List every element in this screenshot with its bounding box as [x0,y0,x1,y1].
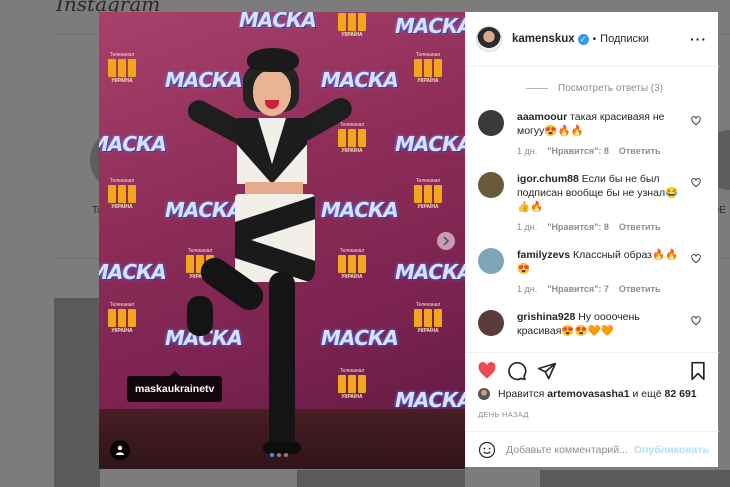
commenter-username[interactable]: familyzevs [517,249,570,261]
comment-age[interactable]: 1 дн. [517,284,537,294]
likes-count[interactable]: 82 691 [665,388,697,400]
wall-logo: МАСКА [395,14,465,38]
commenter-username[interactable]: grishina928 [517,311,575,323]
heart-filled-icon [478,361,496,378]
comment: familyzevs Классный образ🔥🔥😍 1 дн. "Нрав… [478,248,707,294]
post-time[interactable]: ДЕНЬ НАЗАД [478,410,529,419]
post-header: kamenskux ✓ • Подписки ··· [466,12,719,67]
comment-like-heart-icon[interactable] [691,254,701,264]
carousel-dot-active [270,453,274,457]
post-photo[interactable]: МАСКА МАСКА МАСКА МАСКА МАСКА МАСКА МАСК… [99,12,465,469]
author-avatar[interactable] [476,26,502,52]
channel-logo: Телеканал УКРАЇНА [335,12,369,38]
liker-avatar [478,388,490,400]
comment-button[interactable] [506,360,528,382]
channel-logo: Телеканал УКРАЇНА [338,248,366,280]
reply-button[interactable]: Ответить [619,146,661,156]
comment-likes[interactable]: "Нравится": 7 [547,284,609,294]
channel-logo: Телеканал УКРАЇНА [108,302,136,334]
background-grid-tile [54,298,100,487]
following-button[interactable]: Подписки [600,33,649,45]
photo-tag-maskaukrainetv[interactable]: maskaukrainetv [127,371,223,402]
chevron-right-icon [443,236,450,246]
channel-logo: Телеканал УКРАЇНА [414,52,442,84]
reply-button[interactable]: Ответить [619,284,661,294]
wall-logo: МАСКА [395,260,465,284]
replies-line [526,88,548,89]
carousel-dot [277,453,281,457]
channel-logo: Телеканал УКРАЇНА [338,368,366,400]
next-slide-button[interactable] [437,232,455,250]
wall-logo: МАСКА [99,260,167,284]
post-side-panel: kamenskux ✓ • Подписки ··· Посмотреть от… [465,12,719,467]
comment: grishina928 Ну оооочень красивая😍😍🧡🧡 [478,310,707,338]
channel-logo: Телеканал УКРАЇНА [108,178,136,210]
commenter-avatar[interactable] [478,310,504,336]
paper-plane-icon [537,362,557,379]
verified-badge-icon: ✓ [577,33,589,45]
commenter-avatar[interactable] [478,248,504,274]
likes-summary: Нравится artemovasasha1 и ещё 82 691 [478,388,697,400]
wall-logo: МАСКА [395,132,465,156]
emoji-button[interactable] [478,440,496,460]
comment-bubble-icon [508,361,527,380]
comment: aaamoour такая красиваяя не могуу😍🔥🔥 1 д… [478,110,707,156]
comment-age[interactable]: 1 дн. [517,146,537,156]
like-button[interactable] [476,360,498,382]
comments-list[interactable]: Посмотреть ответы (3) aaamoour такая кра… [466,68,719,351]
author-username[interactable]: kamenskux [512,33,575,45]
comment: igor.chum88 Если бы не был подписан вооб… [478,172,707,232]
wall-logo: МАСКА [239,12,317,32]
carousel-dot [284,453,288,457]
more-options-button[interactable]: ··· [690,31,707,47]
commenter-avatar[interactable] [478,172,504,198]
channel-logo: Телеканал УКРАЇНА [338,122,366,154]
publish-button[interactable]: Опубликовать [634,444,709,456]
commenter-avatar[interactable] [478,110,504,136]
add-comment-bar: Опубликовать [466,431,719,467]
view-replies-label: Посмотреть ответы (3) [558,83,664,94]
smiley-icon [478,441,496,458]
commenter-username[interactable]: aaamoour [517,111,567,123]
user-icon [116,445,124,455]
comment-like-heart-icon[interactable] [691,178,701,188]
save-button[interactable] [687,360,709,382]
separator-dot: • [592,33,597,45]
channel-logo: Телеканал УКРАЇНА [414,178,442,210]
likes-prefix: Нравится [498,388,545,400]
channel-logo: Телеканал УКРАЇНА [108,52,136,84]
commenter-username[interactable]: igor.chum88 [517,173,579,185]
carousel-dots [270,453,288,457]
background-grid-tile [297,470,465,487]
likes-suffix: и ещё [632,388,662,400]
channel-logo: Телеканал УКРАЇНА [414,302,442,334]
wall-logo: МАСКА [99,132,167,156]
comment-age[interactable]: 1 дн. [517,222,537,232]
view-replies-button[interactable]: Посмотреть ответы (3) [526,83,707,94]
comment-input[interactable] [506,443,634,456]
comment-likes[interactable]: "Нравится": 8 [547,146,609,156]
bookmark-icon [691,361,705,380]
comment-likes[interactable]: "Нравится": 8 [547,222,609,232]
user-tags-button[interactable] [110,440,130,460]
comment-like-heart-icon[interactable] [691,116,701,126]
liker-username[interactable]: artemovasasha1 [547,388,629,400]
comment-like-heart-icon[interactable] [691,316,701,326]
share-button[interactable] [536,360,558,382]
background-grid-tile [540,470,730,487]
post-actions [466,352,719,388]
reply-button[interactable]: Ответить [619,222,661,232]
photo-subject [179,32,356,469]
